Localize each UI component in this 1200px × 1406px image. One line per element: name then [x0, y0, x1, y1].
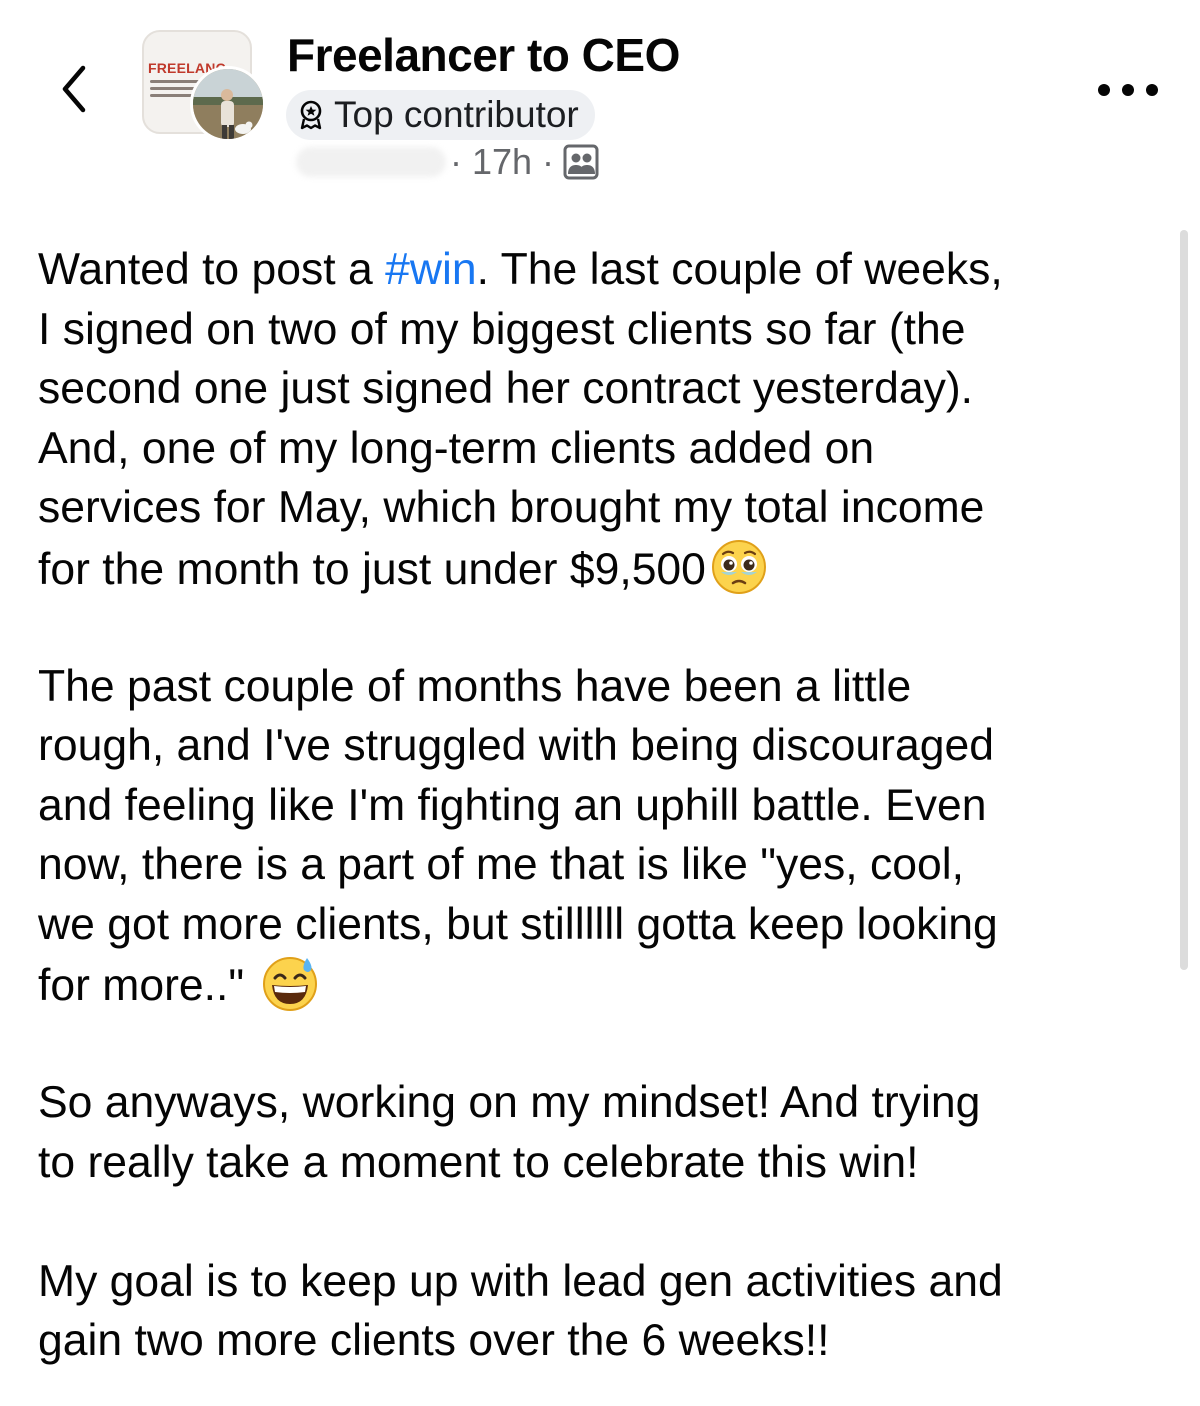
post-line: rough, and I've struggled with being dis… [38, 721, 994, 770]
post-timestamp[interactable]: · 17h · [450, 141, 554, 183]
top-contributor-badge[interactable]: Top contributor [286, 90, 595, 140]
redacted-author-name [296, 147, 446, 177]
badge-label: Top contributor [334, 94, 579, 135]
post-text: Wanted to post a #win. The last couple o… [38, 240, 1168, 1371]
more-options-button[interactable] [1092, 72, 1164, 108]
post-line: now, there is a part of me that is like … [38, 840, 965, 889]
post-line: And, one of my long-term clients added o… [38, 423, 875, 473]
scrollbar[interactable] [1180, 230, 1188, 970]
face-holding-back-tears-emoji [710, 538, 768, 596]
user-avatar-photo [193, 69, 263, 139]
more-horizontal-icon [1098, 84, 1110, 96]
post-line: to really take a moment to celebrate thi… [38, 1137, 919, 1187]
user-avatar[interactable] [190, 66, 266, 142]
post-line: gain two more clients over the 6 weeks!! [38, 1316, 830, 1365]
post-line: for the month to just under $9,500 [38, 538, 1168, 598]
back-button[interactable] [44, 54, 104, 124]
group-name[interactable]: Freelancer to CEO [287, 28, 680, 82]
post-line: I signed on two of my biggest clients so… [38, 304, 966, 354]
post-line: we got more clients, but stillllll gotta… [38, 899, 998, 949]
post-line: My goal is to keep up with lead gen acti… [38, 1256, 1003, 1306]
post-header: FREELANC Freelancer to CEO Top contribut… [0, 0, 1200, 215]
post-line: second one just signed her contract yest… [38, 364, 974, 413]
hashtag-link[interactable]: #win [385, 245, 477, 294]
post-meta: · 17h · [296, 140, 600, 184]
post-line: services for May, which brought my total… [38, 483, 985, 532]
post-line: So anyways, working on my mindset! And t… [38, 1078, 981, 1127]
chevron-left-icon [62, 65, 86, 113]
grinning-face-with-sweat-emoji [261, 954, 319, 1012]
award-icon [298, 100, 324, 130]
post-line: and feeling like I'm fighting an uphill … [38, 780, 987, 830]
group-members-icon [563, 144, 599, 180]
post-line: for more.." [38, 954, 1168, 1014]
post-line: Wanted to post a #win. The last couple o… [38, 245, 1003, 294]
post-line: The past couple of months have been a li… [38, 661, 912, 711]
